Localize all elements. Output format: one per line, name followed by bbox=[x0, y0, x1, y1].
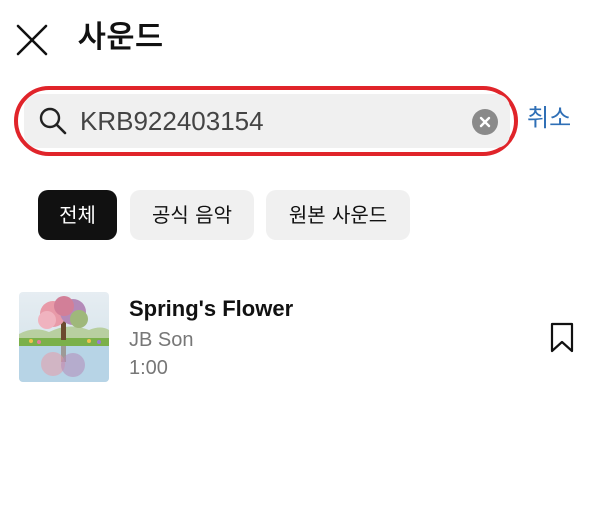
song-artist: JB Son bbox=[129, 329, 194, 351]
filter-chip-all[interactable]: 전체 bbox=[38, 190, 117, 240]
search-input[interactable] bbox=[80, 94, 460, 148]
search-bar[interactable] bbox=[24, 94, 510, 148]
close-icon[interactable] bbox=[14, 22, 50, 58]
cancel-button[interactable]: 취소 bbox=[527, 100, 571, 136]
song-duration: 1:00 bbox=[129, 357, 168, 379]
filter-chip-official-music[interactable]: 공식 음악 bbox=[130, 190, 254, 240]
bookmark-icon[interactable] bbox=[549, 322, 575, 354]
page-title: 사운드 bbox=[78, 20, 164, 55]
album-artwork bbox=[19, 292, 109, 382]
filter-chip-original-sound[interactable]: 원본 사운드 bbox=[266, 190, 410, 240]
clear-search-icon[interactable] bbox=[472, 109, 498, 135]
list-item[interactable]: Spring's Flower JB Son 1:00 bbox=[0, 282, 602, 392]
search-icon bbox=[38, 106, 68, 136]
sound-search-page: 사운드 취소 전체 공식 음악 원본 사운드 bbox=[0, 0, 602, 510]
song-title: Spring's Flower bbox=[129, 296, 294, 321]
